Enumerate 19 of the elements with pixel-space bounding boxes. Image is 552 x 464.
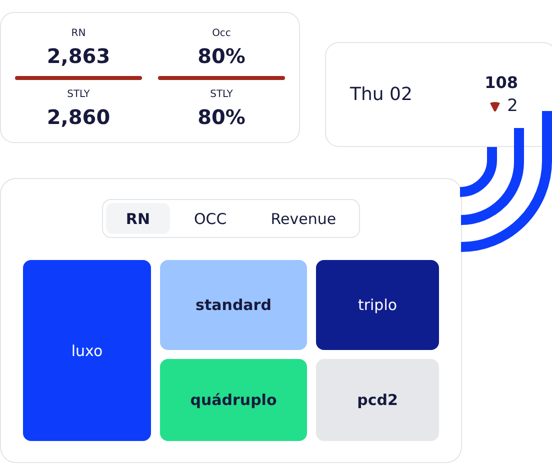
change-value: 2 xyxy=(507,96,518,116)
metric-label: STLY xyxy=(210,88,233,102)
metric-label: Occ xyxy=(212,27,231,41)
treemap-tile[interactable]: quádruplo xyxy=(160,359,307,441)
treemap-tile[interactable]: luxo xyxy=(23,260,151,441)
day-label: Thu 02 xyxy=(350,84,412,105)
metric-value: 80% xyxy=(198,104,246,131)
metric-value: 2,863 xyxy=(46,43,110,70)
tab[interactable]: OCC xyxy=(174,203,247,234)
metric-label: RN xyxy=(71,27,86,41)
tab[interactable]: RN xyxy=(106,203,170,234)
tab[interactable]: Revenue xyxy=(250,203,356,234)
treemap-tile[interactable]: pcd2 xyxy=(316,359,439,441)
day-value: 108 xyxy=(484,73,518,92)
metric-label: STLY xyxy=(67,88,90,102)
metric-value: 2,860 xyxy=(46,104,110,131)
treemap-tile[interactable]: standard xyxy=(160,260,307,350)
metric-value: 80% xyxy=(198,43,246,70)
treemap-tile[interactable]: triplo xyxy=(316,260,439,350)
